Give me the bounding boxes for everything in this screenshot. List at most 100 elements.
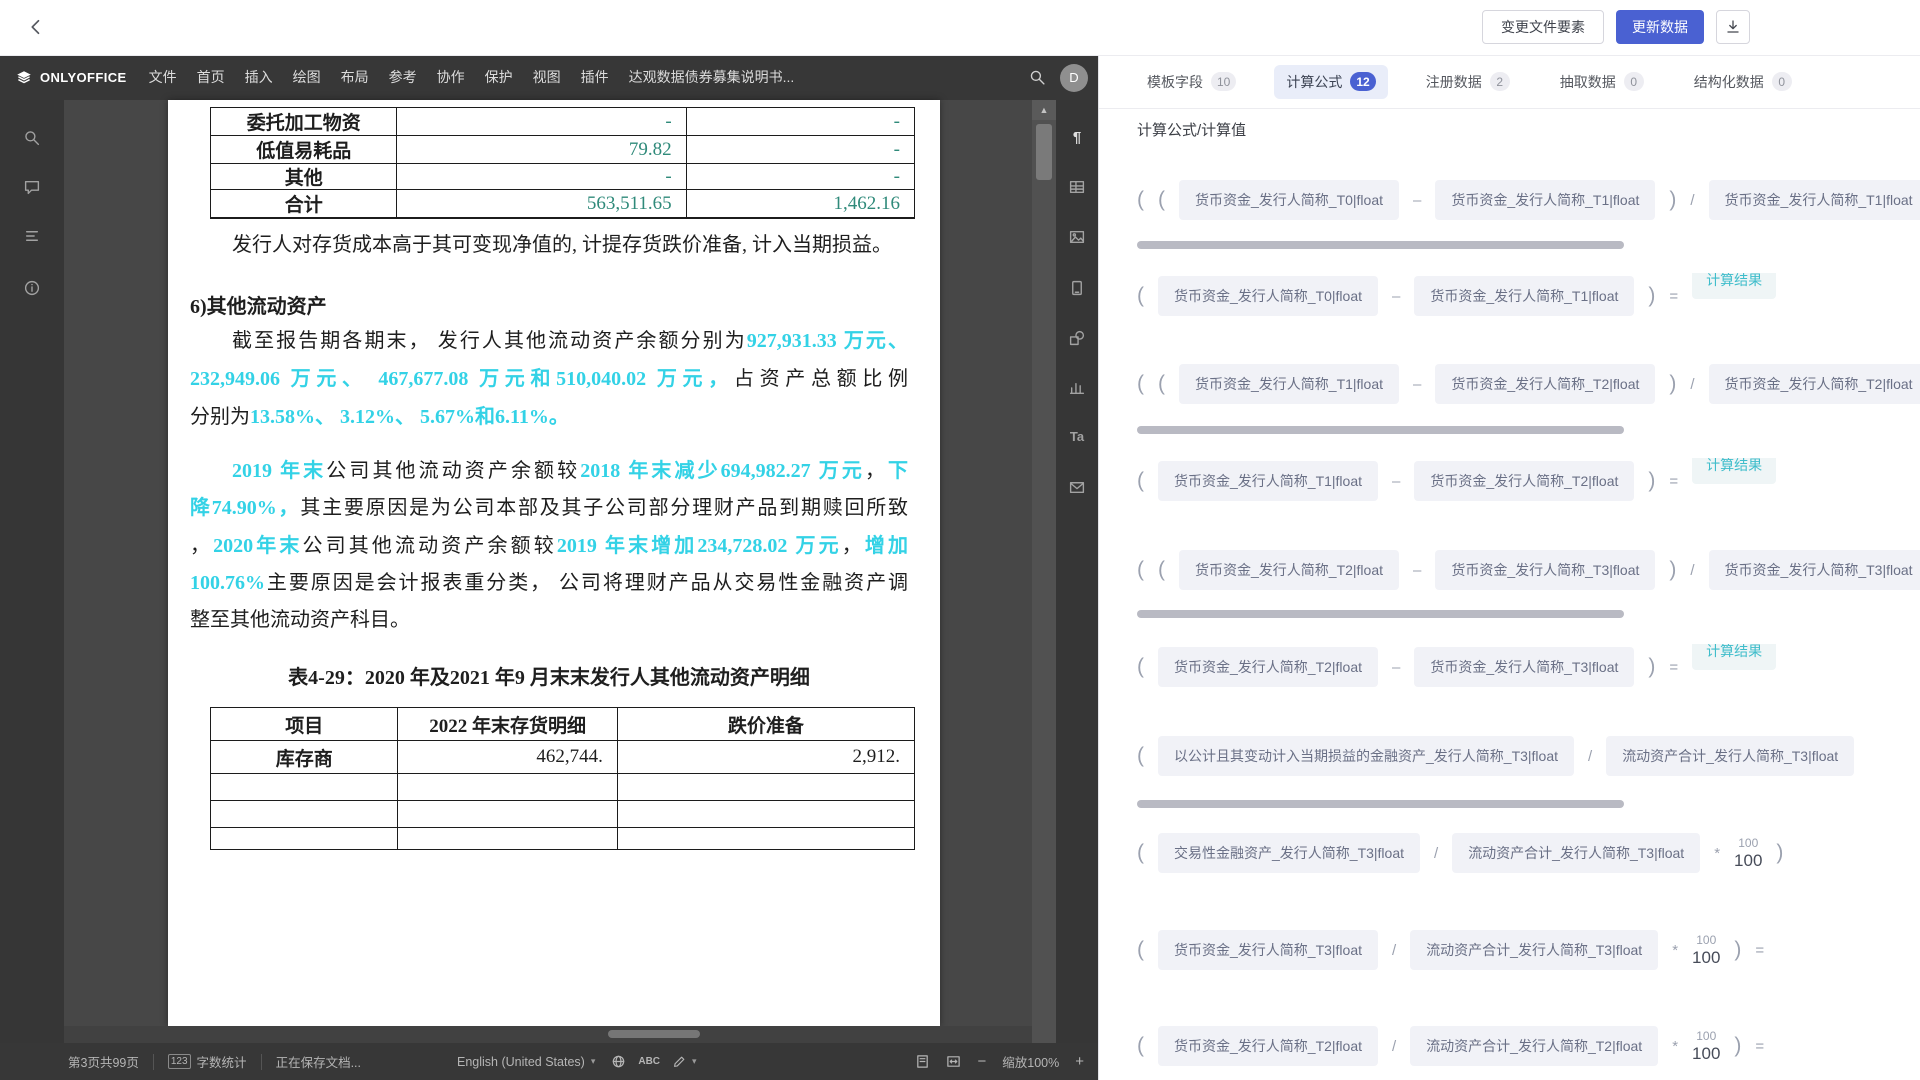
- table-header-row: 项目2022 年末存货明细跌价准备: [211, 708, 914, 741]
- formula-field-chip[interactable]: 货币资金_发行人简称_T1|float: [1158, 461, 1378, 501]
- language-selector[interactable]: English (United States) ▾: [457, 1055, 595, 1069]
- text-art-icon[interactable]: Ta: [1070, 428, 1084, 446]
- formula-field-chip[interactable]: 货币资金_发行人简称_T3|float: [1709, 550, 1920, 590]
- image-icon[interactable]: [1069, 229, 1086, 246]
- formula-field-chip[interactable]: 货币资金_发行人简称_T0|float: [1179, 180, 1399, 220]
- vertical-scrollbar[interactable]: ▲: [1032, 100, 1056, 1043]
- page-icon[interactable]: [1069, 280, 1086, 297]
- highlighted-value: 增加: [865, 535, 908, 557]
- row-horizontal-scrollbar[interactable]: [1137, 426, 1624, 434]
- back-button[interactable]: [22, 13, 50, 41]
- operator-token: =: [1755, 942, 1764, 959]
- word-count[interactable]: 123 字数统计: [168, 1052, 247, 1071]
- row-horizontal-scrollbar[interactable]: [1137, 610, 1624, 618]
- horizontal-scrollbar[interactable]: [64, 1026, 1032, 1043]
- formula-field-chip[interactable]: 货币资金_发行人简称_T2|float: [1414, 461, 1634, 501]
- menu-item[interactable]: 参考: [379, 55, 427, 100]
- update-data-button[interactable]: 更新数据: [1616, 10, 1704, 44]
- menu-item-plugin-doc[interactable]: 达观数据债券募集说明书...: [619, 55, 805, 100]
- formula-field-chip[interactable]: 以公计且其变动计入当期损益的金融资产_发行人简称_T3|float: [1158, 736, 1574, 776]
- operator-token: =: [1755, 1038, 1764, 1055]
- doc-text-line: 降74.90%，其主要原因是为公司本部及其子公司部分理财产品到期赎回所致: [190, 493, 908, 523]
- shapes-icon[interactable]: [1069, 330, 1086, 347]
- constant-top: 100: [1696, 1029, 1716, 1043]
- formula-field-chip[interactable]: 货币资金_发行人简称_T1|float: [1179, 364, 1399, 404]
- horizontal-scrollbar-thumb[interactable]: [608, 1030, 700, 1038]
- scroll-up-icon[interactable]: ▲: [1032, 100, 1056, 120]
- spellcheck-button[interactable]: ABC: [638, 1057, 660, 1067]
- formula-field-chip[interactable]: 交易性金融资产_发行人简称_T3|float: [1158, 833, 1420, 873]
- menu-item[interactable]: 插入: [235, 55, 283, 100]
- statusbar-divider: [261, 1054, 262, 1070]
- app-root: 变更文件要素 更新数据 ONLYOFFICE 文件首页插入绘图布局参考协作保护视…: [0, 0, 1920, 1080]
- formula-field-chip[interactable]: 货币资金_发行人简称_T1|float: [1414, 276, 1634, 316]
- chevron-down-icon: ▾: [591, 1056, 596, 1067]
- zoom-out-button[interactable]: −: [977, 1053, 986, 1070]
- formula-field-chip[interactable]: 货币资金_发行人简称_T1|float: [1709, 180, 1920, 220]
- chart-icon[interactable]: [1069, 380, 1086, 397]
- calculation-result-chip[interactable]: 计算结果: [1692, 644, 1776, 670]
- highlighted-value: 232,949.06 万元、 467,677.08 万元和510,040.02 …: [190, 368, 734, 390]
- formula-field-chip[interactable]: 流动资产合计_发行人简称_T3|float: [1452, 833, 1700, 873]
- menu-item[interactable]: 保护: [475, 55, 523, 100]
- fit-width-button[interactable]: [946, 1054, 961, 1069]
- formula-field-chip[interactable]: 货币资金_发行人简称_T2|float: [1435, 364, 1655, 404]
- tab-结构化数据[interactable]: 结构化数据0: [1682, 65, 1804, 99]
- row-horizontal-scrollbar[interactable]: [1137, 800, 1624, 808]
- statusbar-divider: [153, 1054, 154, 1070]
- about-icon[interactable]: [24, 280, 41, 297]
- formula-field-chip[interactable]: 货币资金_发行人简称_T3|float: [1435, 550, 1655, 590]
- formula-field-chip[interactable]: 流动资产合计_发行人简称_T2|float: [1410, 1026, 1658, 1066]
- formula-field-chip[interactable]: 货币资金_发行人简称_T0|float: [1158, 276, 1378, 316]
- menu-item[interactable]: 首页: [187, 55, 235, 100]
- formula-field-chip[interactable]: 流动资产合计_发行人简称_T3|float: [1410, 930, 1658, 970]
- page-indicator[interactable]: 第3页共99页: [68, 1052, 139, 1071]
- calculation-result-chip[interactable]: 计算结果: [1692, 458, 1776, 484]
- row-horizontal-scrollbar[interactable]: [1137, 241, 1624, 249]
- calculation-result-chip[interactable]: 计算结果: [1692, 273, 1776, 299]
- menu-item[interactable]: 文件: [139, 55, 187, 100]
- comments-icon[interactable]: [24, 179, 41, 196]
- tab-label: 结构化数据: [1694, 72, 1764, 92]
- paren-token: (: [1158, 188, 1165, 212]
- highlighted-value: 927,931.33 万元、: [747, 330, 908, 352]
- navigation-icon[interactable]: [24, 228, 41, 245]
- download-button[interactable]: [1716, 10, 1750, 44]
- formula-field-chip[interactable]: 货币资金_发行人简称_T3|float: [1158, 930, 1378, 970]
- formula-field-chip[interactable]: 货币资金_发行人简称_T2|float: [1158, 1026, 1378, 1066]
- tab-注册数据[interactable]: 注册数据2: [1414, 65, 1522, 99]
- paragraph-marks-icon[interactable]: ¶: [1073, 129, 1081, 147]
- search-icon[interactable]: [1029, 69, 1046, 86]
- menu-item[interactable]: 视图: [523, 55, 571, 100]
- menu-item[interactable]: 绘图: [283, 55, 331, 100]
- document-language-button[interactable]: [611, 1054, 626, 1069]
- mail-merge-icon[interactable]: [1069, 479, 1086, 496]
- search-icon[interactable]: [24, 130, 41, 147]
- formula-field-chip[interactable]: 货币资金_发行人简称_T2|float: [1158, 647, 1378, 687]
- zoom-in-button[interactable]: +: [1075, 1053, 1084, 1070]
- table-icon[interactable]: [1069, 179, 1086, 196]
- formula-field-chip[interactable]: 货币资金_发行人简称_T2|float: [1709, 364, 1920, 404]
- zoom-level[interactable]: 缩放100%: [1002, 1052, 1059, 1071]
- track-changes-button[interactable]: ▾: [672, 1055, 697, 1069]
- change-file-elements-button[interactable]: 变更文件要素: [1482, 10, 1604, 44]
- formula-field-chip[interactable]: 流动资产合计_发行人简称_T3|float: [1606, 736, 1854, 776]
- menu-item[interactable]: 布局: [331, 55, 379, 100]
- tab-count-badge: 2: [1490, 72, 1510, 91]
- vertical-scrollbar-thumb[interactable]: [1036, 124, 1052, 180]
- tab-抽取数据[interactable]: 抽取数据0: [1548, 65, 1656, 99]
- header-actions: 变更文件要素 更新数据: [1482, 10, 1750, 44]
- menu-item[interactable]: 协作: [427, 55, 475, 100]
- menu-item[interactable]: 插件: [571, 55, 619, 100]
- tab-模板字段[interactable]: 模板字段10: [1135, 65, 1248, 99]
- tab-计算公式[interactable]: 计算公式12: [1274, 65, 1387, 99]
- avatar[interactable]: D: [1060, 64, 1088, 92]
- fit-page-button[interactable]: [915, 1054, 930, 1069]
- formula-field-chip[interactable]: 货币资金_发行人简称_T3|float: [1414, 647, 1634, 687]
- formula-field-chip[interactable]: 货币资金_发行人简称_T1|float: [1435, 180, 1655, 220]
- table-cell: 462,744.: [398, 741, 617, 773]
- doc-text-line: 2019 年末公司其他流动资产余额较2018 年末减少694,982.27 万元…: [190, 456, 908, 486]
- document-page[interactable]: 委托加工物资--低值易耗品79.82-其他--合计563,511.651,462…: [168, 100, 940, 1026]
- operator-token: /: [1392, 1038, 1396, 1055]
- formula-field-chip[interactable]: 货币资金_发行人简称_T2|float: [1179, 550, 1399, 590]
